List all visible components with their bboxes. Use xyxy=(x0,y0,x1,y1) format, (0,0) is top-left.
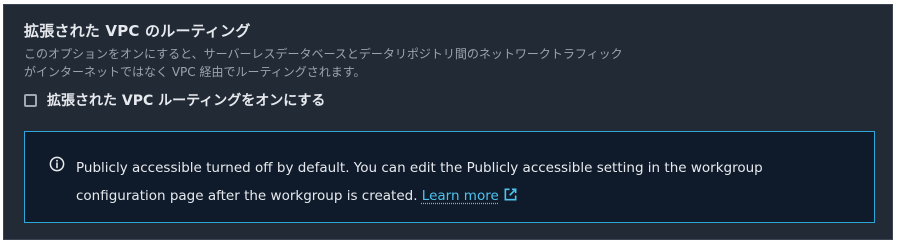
section-title: 拡張された VPC のルーティング xyxy=(24,22,251,40)
info-alert: Publicly accessible turned off by defaul… xyxy=(24,131,875,223)
learn-more-link[interactable]: Learn more xyxy=(422,188,518,204)
enhanced-vpc-routing-checkbox[interactable] xyxy=(24,93,37,107)
info-alert-text: Publicly accessible turned off by defaul… xyxy=(76,154,846,210)
section-description: このオプションをオンにすると、サーバーレスデータベースとデータリポジトリ間のネッ… xyxy=(24,45,744,81)
checkbox-label[interactable]: 拡張された VPC ルーティングをオンにする xyxy=(47,90,325,110)
enhanced-vpc-routing-panel: 拡張された VPC のルーティング このオプションをオンにすると、サーバーレスデ… xyxy=(3,4,893,240)
external-link-icon[interactable] xyxy=(503,187,518,202)
learn-more-label[interactable]: Learn more xyxy=(422,188,499,204)
description-line-1: このオプションをオンにすると、サーバーレスデータベースとデータリポジトリ間のネッ… xyxy=(24,47,623,61)
info-alert-message: Publicly accessible turned off by defaul… xyxy=(76,160,763,204)
enhanced-vpc-routing-checkbox-row[interactable]: 拡張された VPC ルーティングをオンにする xyxy=(24,90,325,110)
description-line-2: がインターネットではなく VPC 経由でルーティングされます。 xyxy=(24,65,366,79)
info-circle-icon xyxy=(49,156,65,172)
